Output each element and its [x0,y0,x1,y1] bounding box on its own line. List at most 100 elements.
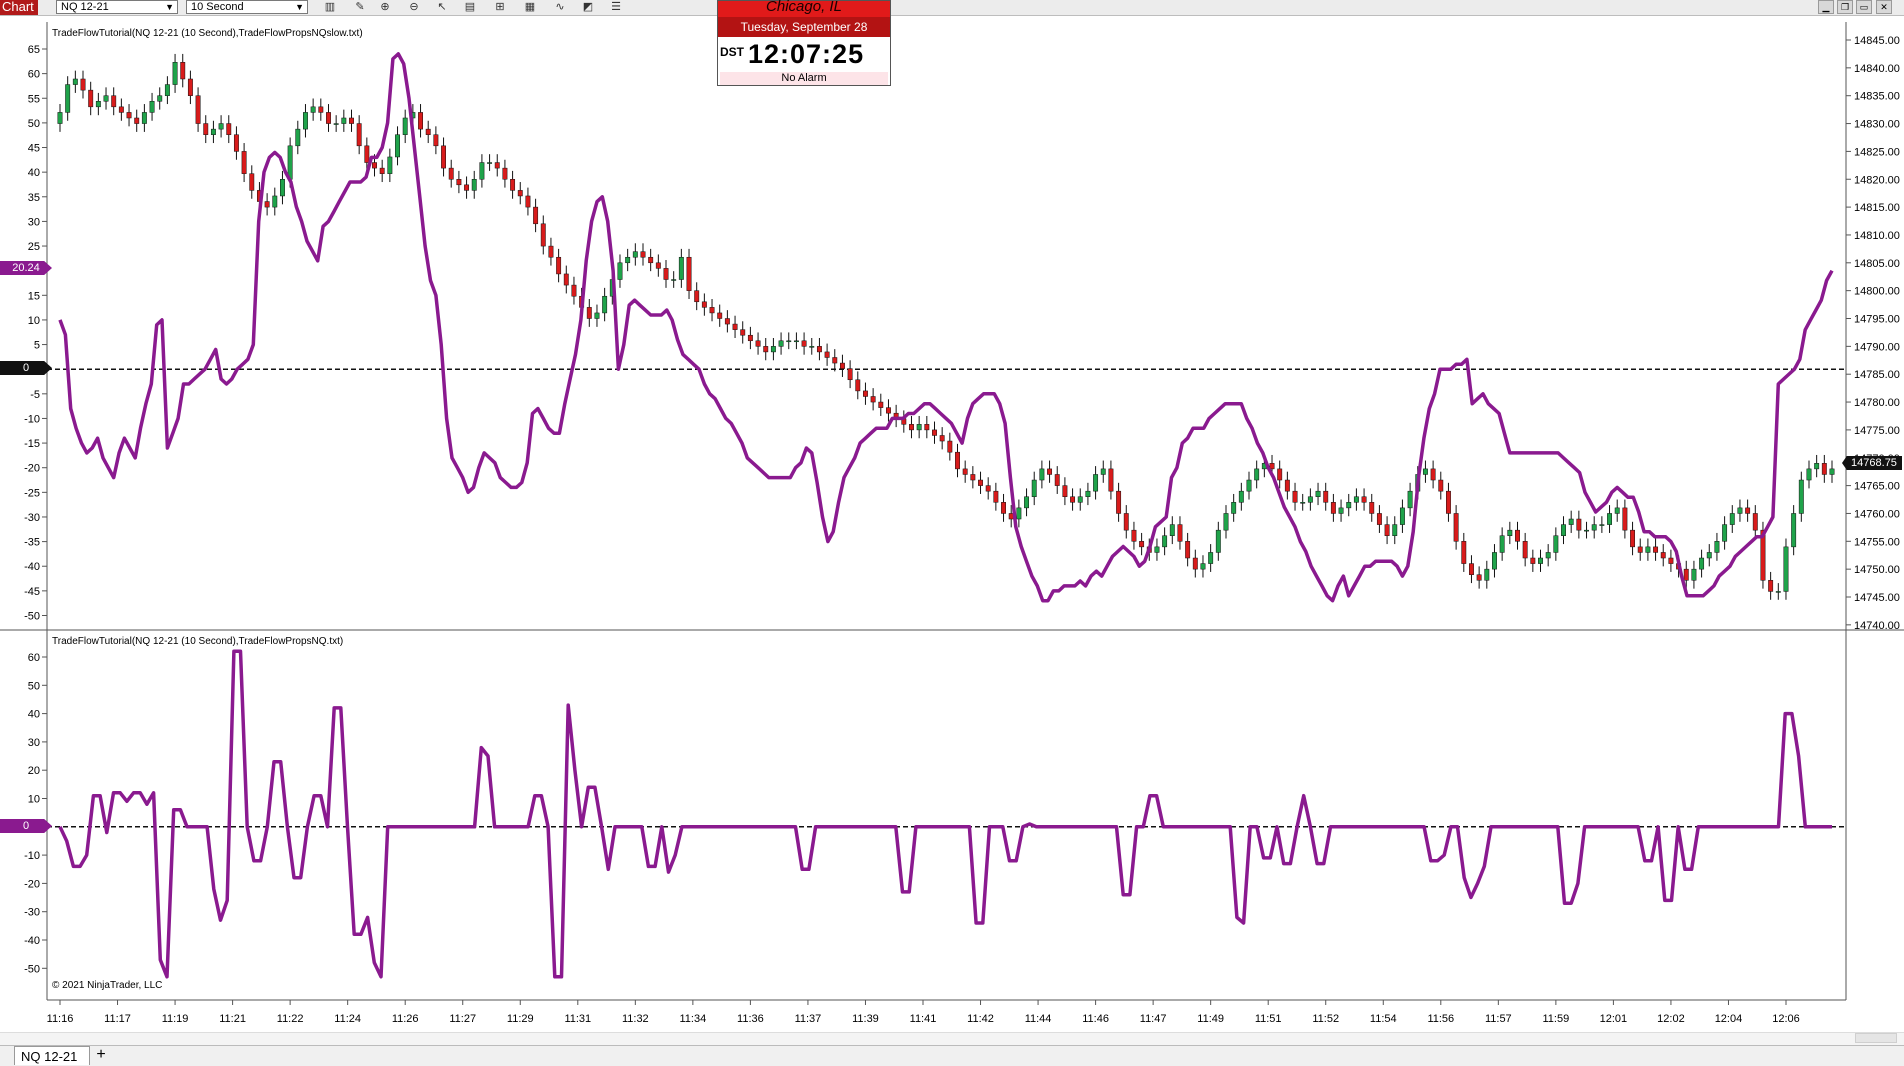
candle-body [95,101,101,108]
candle-body [755,340,761,347]
candle-body [801,340,807,347]
left-tick-label: 40 [28,167,40,179]
candle-body [134,117,140,124]
time-tick-label: 11:54 [1370,1013,1397,1025]
candle-body [510,179,516,191]
panel2-tick-label: -20 [24,878,40,890]
candle-body [548,245,554,258]
clock-city: Chicago, IL [718,0,890,17]
left-tick-label: -25 [24,487,40,499]
candle-body [402,117,408,135]
time-tick-label: 12:02 [1657,1013,1685,1025]
time-tick-label: 12:01 [1600,1013,1628,1025]
candle-body [648,256,654,264]
candle-body [1323,490,1329,503]
candle-body [249,173,255,191]
clock-dst: DST [720,45,744,59]
candle-body [364,145,370,163]
time-tick-label: 11:19 [162,1013,189,1025]
candle-body [272,195,278,208]
candle-body [1024,496,1029,509]
tab-instrument[interactable]: NQ 12-21 [14,1046,90,1065]
candle-body [832,357,838,364]
candle-body [1576,518,1582,531]
horizontal-scrollbar[interactable] [0,1032,1904,1045]
candle-body [686,256,692,291]
left-tick-label: 10 [28,315,40,327]
time-tick-label: 11:49 [1197,1013,1224,1025]
candle-body [1522,541,1528,559]
candle-body [1691,568,1697,581]
clock-time: 12:07:25 [748,39,865,69]
candle-body [962,468,968,475]
candle-body [847,368,853,381]
candle-body [1353,496,1359,503]
left-tick-label: -20 [24,463,40,475]
candle-body [1177,524,1183,542]
candle-body [295,128,301,147]
candle-body [1530,557,1536,564]
candle-body [1438,479,1444,492]
panel2-tick-label: -40 [24,935,40,947]
time-tick-label: 11:51 [1255,1013,1282,1025]
candle-body [479,162,485,180]
candle-body [164,84,170,96]
candle-body [701,301,707,308]
candle-body [1476,574,1482,581]
candle-body [1461,541,1467,564]
time-tick-label: 12:06 [1772,1013,1800,1025]
candle-body [1591,524,1597,531]
clock-widget[interactable]: Chicago, IL Tuesday, September 28 DST 12… [717,0,891,86]
scrollbar-thumb[interactable] [1855,1033,1897,1043]
candle-body [1469,563,1474,575]
candle-body [694,290,700,303]
right-tick-label: 14800.00 [1854,286,1900,298]
candle-body [1821,463,1827,475]
time-tick-label: 11:47 [1140,1013,1167,1025]
candle-body [57,112,63,124]
right-tick-label: 14805.00 [1854,258,1900,270]
left-tick-label: -30 [24,512,40,524]
panel2-tick-label: 60 [28,652,40,664]
candle-body [1561,524,1566,536]
left-tick-label: 60 [28,69,40,81]
candle-body [1346,502,1352,509]
candle-body [1315,490,1321,497]
candle-body [1307,496,1313,503]
candle-body [563,273,569,286]
right-tick-label: 14795.00 [1854,314,1900,326]
candle-body [732,323,738,330]
candle-body [1599,524,1605,526]
candle-body [471,179,477,191]
candle-body [1185,541,1191,559]
candle-body [280,179,285,197]
candle-body [632,251,638,258]
candle-body [1254,468,1260,481]
candle-body [1614,507,1620,514]
candle-body [816,346,822,353]
candle-body [1085,490,1091,497]
candle-body [863,390,868,397]
time-tick-label: 11:56 [1427,1013,1454,1025]
candle-body [1814,463,1820,470]
candle-body [617,262,623,280]
right-tick-label: 14765.00 [1854,481,1900,493]
candle-body [978,479,983,486]
candle-body [349,117,354,124]
candle-body [233,134,239,152]
candle-body [947,440,953,453]
last-price-tag: 14768.75 [1842,456,1902,470]
left-tick-label: 55 [28,93,40,105]
candle-body [456,179,462,186]
time-tick-label: 11:36 [737,1013,764,1025]
candle-body [1653,546,1659,553]
time-tick-label: 11:29 [507,1013,534,1025]
candle-body [793,340,799,343]
right-tick-label: 14790.00 [1854,341,1900,353]
time-tick-label: 11:27 [449,1013,476,1025]
candle-body [517,190,523,197]
candle-body [533,206,539,225]
add-tab-button[interactable]: + [90,1046,112,1065]
chart-canvas[interactable]: 65605550454035302520151050-5-10-15-20-25… [0,0,1904,1032]
left-tick-label: 65 [28,44,40,56]
